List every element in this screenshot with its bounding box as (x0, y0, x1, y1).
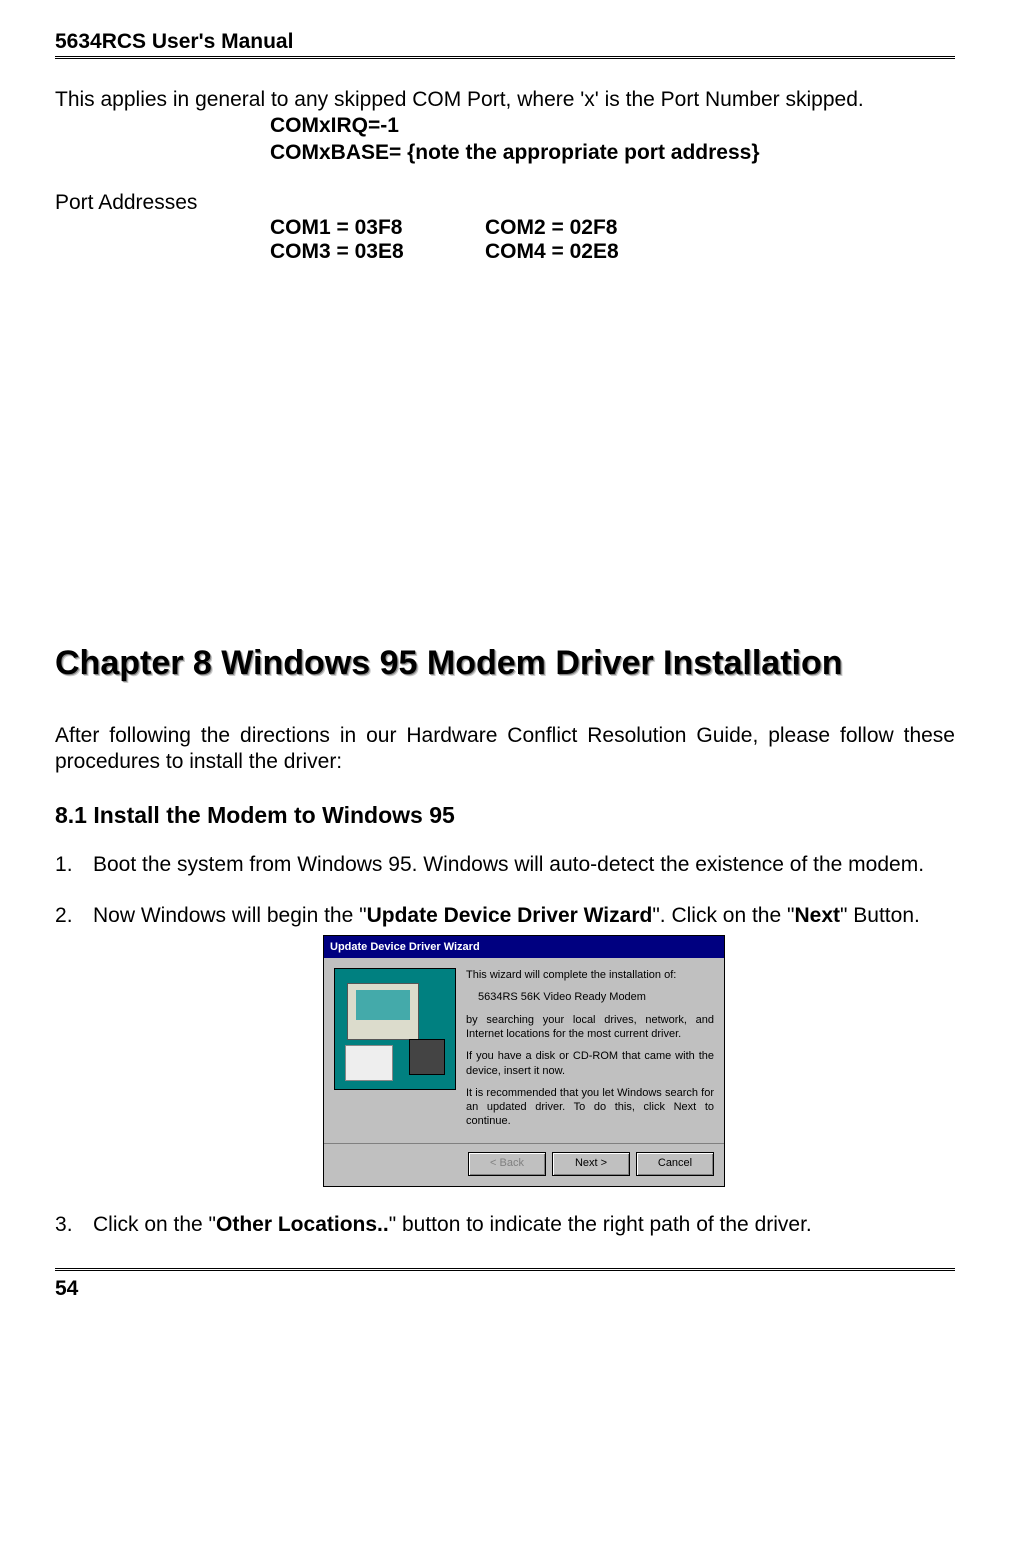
port-cell: COM3 = 03E8 (270, 240, 485, 264)
table-row: COM1 = 03F8 COM2 = 02F8 (270, 216, 955, 240)
step-text: Now Windows will begin the " (93, 904, 367, 927)
page-footer: 54 (55, 1268, 955, 1301)
list-item: Now Windows will begin the "Update Devic… (55, 902, 955, 1187)
page-header: 5634RCS User's Manual (55, 30, 955, 59)
wizard-line: by searching your local drives, network,… (466, 1013, 714, 1042)
wizard-text: This wizard will complete the installati… (466, 968, 714, 1137)
wizard-line: If you have a disk or CD-ROM that came w… (466, 1049, 714, 1078)
manual-title: 5634RCS User's Manual (55, 30, 293, 53)
port-addresses-label: Port Addresses (55, 190, 955, 216)
page-number: 54 (55, 1277, 78, 1300)
step-text: Boot the system from Windows 95. Windows… (93, 853, 924, 876)
wizard-title: Update Device Driver Wizard (330, 940, 480, 954)
wizard-button-row: < Back Next > Cancel (324, 1143, 724, 1186)
chapter-title: Chapter 8 Windows 95 Modem Driver Instal… (55, 644, 955, 683)
wizard-image (334, 968, 456, 1090)
floppy-icon (409, 1039, 445, 1075)
wizard-line: This wizard will complete the installati… (466, 968, 714, 982)
monitor-icon (347, 983, 419, 1040)
wizard-dialog: Update Device Driver Wizard This wizard … (323, 935, 725, 1187)
cancel-button[interactable]: Cancel (636, 1152, 714, 1176)
intro-line: This applies in general to any skipped C… (55, 87, 955, 113)
papers-icon (345, 1045, 393, 1081)
step-bold: Update Device Driver Wizard (367, 904, 653, 927)
wizard-body: This wizard will complete the installati… (324, 958, 724, 1143)
com-irq-line: COMxIRQ=-1 (55, 113, 955, 139)
chapter-intro: After following the directions in our Ha… (55, 723, 955, 776)
wizard-device: 5634RS 56K Video Ready Modem (466, 990, 714, 1004)
back-button[interactable]: < Back (468, 1152, 546, 1176)
port-address-table: COM1 = 03F8 COM2 = 02F8 COM3 = 03E8 COM4… (55, 216, 955, 264)
list-item: Boot the system from Windows 95. Windows… (55, 851, 955, 878)
port-cell: COM2 = 02F8 (485, 216, 700, 240)
wizard-line: It is recommended that you let Windows s… (466, 1086, 714, 1129)
next-button[interactable]: Next > (552, 1152, 630, 1176)
step-text: ". Click on the " (652, 904, 794, 927)
step-text: " button to indicate the right path of t… (389, 1213, 812, 1236)
com-base-line: COMxBASE= {note the appropriate port add… (55, 140, 955, 166)
step-text: " Button. (840, 904, 920, 927)
steps-list: Boot the system from Windows 95. Windows… (55, 851, 955, 1239)
section-title: 8.1 Install the Modem to Windows 95 (55, 802, 955, 829)
step-bold: Next (794, 904, 840, 927)
table-row: COM3 = 03E8 COM4 = 02E8 (270, 240, 955, 264)
step-text: Click on the " (93, 1213, 216, 1236)
step-bold: Other Locations.. (216, 1213, 389, 1236)
wizard-titlebar: Update Device Driver Wizard (324, 936, 724, 958)
port-cell: COM1 = 03F8 (270, 216, 485, 240)
list-item: Click on the "Other Locations.." button … (55, 1211, 955, 1238)
port-cell: COM4 = 02E8 (485, 240, 700, 264)
